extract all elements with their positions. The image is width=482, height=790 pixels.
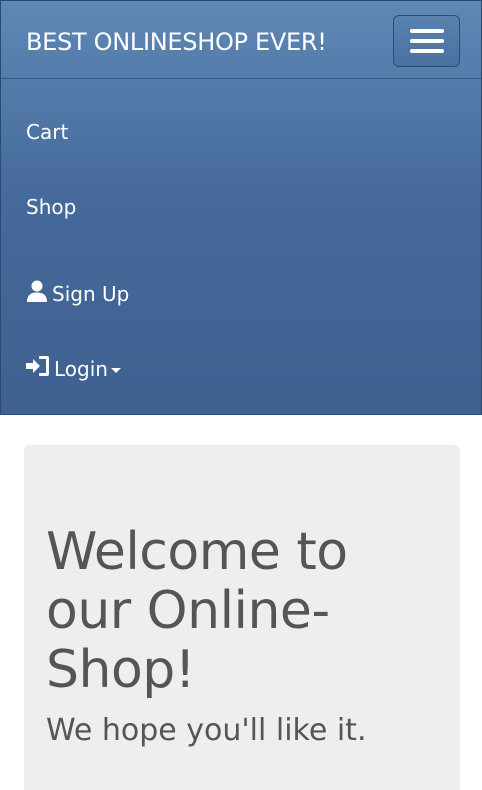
hamburger-icon-bar xyxy=(410,29,444,33)
navbar: BEST ONLINESHOP EVER! Cart Shop Sign Up xyxy=(0,0,482,415)
nav-item-label: Shop xyxy=(26,195,77,219)
nav-item-cart[interactable]: Cart xyxy=(26,119,68,145)
nav-item-label: Login xyxy=(54,357,108,381)
jumbotron-title: Welcome to our Online-Shop! xyxy=(46,522,348,700)
hamburger-icon-bar xyxy=(410,39,444,43)
nav-item-label: Cart xyxy=(26,120,69,144)
page: BEST ONLINESHOP EVER! Cart Shop Sign Up xyxy=(0,0,482,790)
navbar-header: BEST ONLINESHOP EVER! xyxy=(1,1,481,79)
brand-link[interactable]: BEST ONLINESHOP EVER! xyxy=(26,27,327,57)
hamburger-icon-bar xyxy=(410,49,444,53)
nav-item-login[interactable]: Login xyxy=(26,355,121,383)
jumbotron-subtitle: We hope you'll like it. xyxy=(46,713,367,748)
nav-item-shop[interactable]: Shop xyxy=(26,194,76,220)
login-icon xyxy=(26,355,50,383)
nav-item-label: Sign Up xyxy=(52,282,130,306)
caret-down-icon xyxy=(110,367,121,373)
user-icon xyxy=(26,280,48,308)
nav-item-sign-up[interactable]: Sign Up xyxy=(26,280,129,308)
navbar-toggle-button[interactable] xyxy=(393,15,460,67)
jumbotron: Welcome to our Online-Shop! We hope you'… xyxy=(24,445,460,790)
